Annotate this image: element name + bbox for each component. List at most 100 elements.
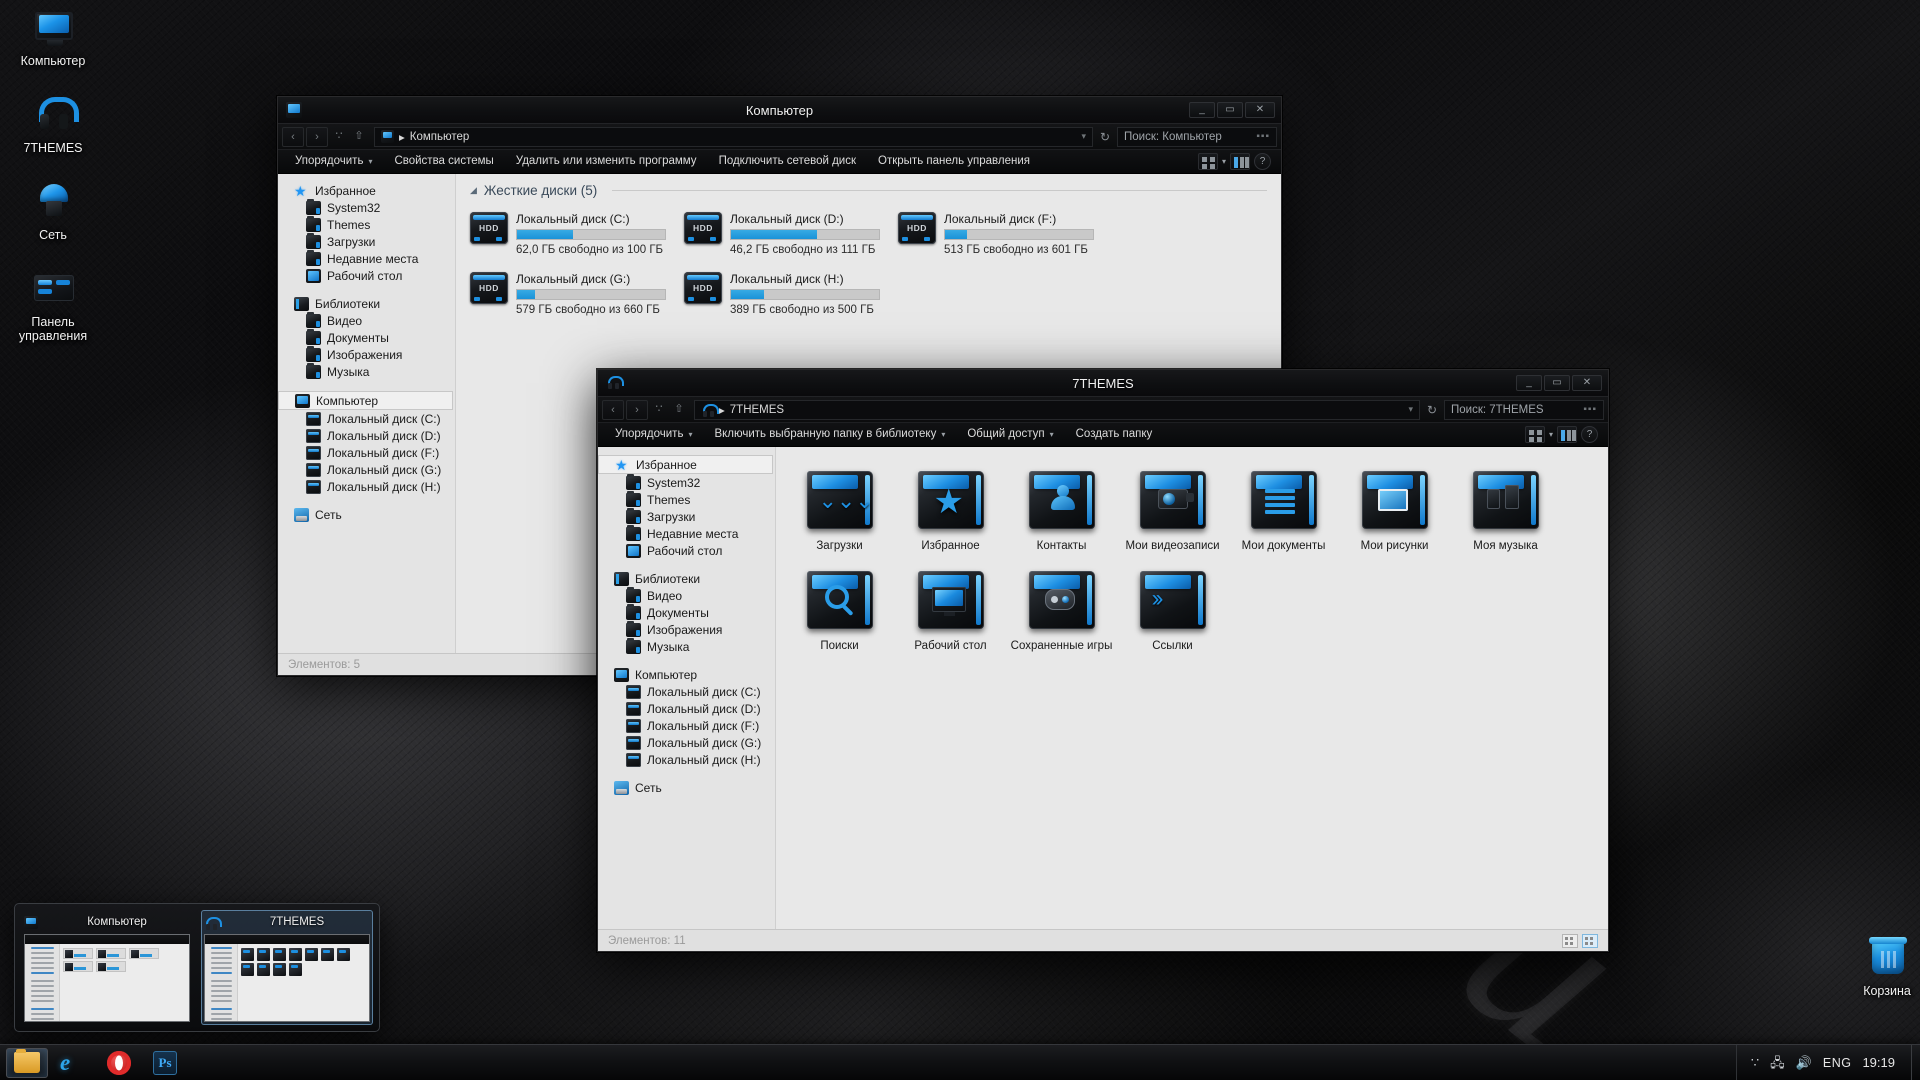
nav-item-видео[interactable]: Видео — [278, 311, 455, 329]
close-button[interactable]: ✕ — [1572, 375, 1602, 391]
window2-toolbar-right[interactable]: ▾ ? — [1524, 426, 1602, 443]
uninstall-program-button[interactable]: Удалить или изменить программу — [505, 150, 708, 173]
folder-grid[interactable]: ⌄⌄⌄ Загрузки ★ Избранное Контакты Мои видеоза… — [776, 447, 1608, 653]
breadcrumb-path[interactable]: 7THEMES — [730, 404, 784, 416]
nav-item-локальный-диск-g-[interactable]: Локальный диск (G:) — [598, 734, 775, 751]
breadcrumb-path[interactable]: Компьютер — [410, 131, 470, 143]
address-input[interactable]: ▸ 7THEMES ▾ — [694, 399, 1420, 420]
nav-item-локальный-диск-h-[interactable]: Локальный диск (H:) — [278, 478, 455, 495]
nav-item-локальный-диск-d-[interactable]: Локальный диск (D:) — [278, 427, 455, 444]
nav-item-музыка[interactable]: Музыка — [598, 637, 775, 655]
preview-pane-icon[interactable] — [1557, 426, 1577, 443]
folder-item[interactable]: Мои рисунки — [1343, 459, 1446, 553]
window2-address-bar[interactable]: ‹ › ∵ ⇧ ▸ 7THEMES ▾ ↻ Поиск: 7THEMES ▪▪▪ — [598, 396, 1608, 422]
network-icon[interactable]: 🖧 — [1770, 1056, 1785, 1069]
nav-item-загрузки[interactable]: Загрузки — [278, 232, 455, 250]
back-button[interactable]: ‹ — [282, 126, 304, 147]
nav-item-компьютер[interactable]: Компьютер — [278, 391, 453, 410]
folder-item[interactable]: Сохраненные игры — [1010, 559, 1113, 653]
up-button[interactable]: ⇧ — [350, 127, 368, 147]
window1-toolbar[interactable]: Упорядочить ▾ Свойства системы Удалить ил… — [278, 149, 1281, 174]
open-control-panel-button[interactable]: Открыть панель управления — [867, 150, 1041, 173]
nav-item-документы[interactable]: Документы — [598, 603, 775, 621]
drive-tile[interactable]: HDD Локальный диск (C:) 62,0 ГБ свободно и… — [470, 206, 666, 266]
system-properties-button[interactable]: Свойства системы — [383, 150, 504, 173]
system-tray[interactable]: ∵ 🖧 🔊 ENG 19:19 — [1735, 1045, 1907, 1080]
volume-icon[interactable]: 🔊 — [1796, 1056, 1812, 1069]
help-icon[interactable]: ? — [1581, 426, 1598, 443]
search-input[interactable]: Поиск: 7THEMES ▪▪▪ — [1444, 399, 1604, 420]
nav-item-локальный-диск-f-[interactable]: Локальный диск (F:) — [278, 444, 455, 461]
address-input[interactable]: ▸ Компьютер ▾ — [374, 126, 1093, 147]
chevron-down-icon[interactable]: ▾ — [1408, 404, 1413, 415]
thumbnail-preview-computer[interactable]: Компьютер — [21, 910, 193, 1025]
nav-item-локальный-диск-f-[interactable]: Локальный диск (F:) — [598, 717, 775, 734]
new-folder-button[interactable]: Создать папку — [1065, 423, 1164, 446]
chevron-down-icon[interactable]: ▾ — [1222, 157, 1226, 166]
help-icon[interactable]: ? — [1254, 153, 1271, 170]
nav-item-рабочий-стол[interactable]: Рабочий стол — [278, 267, 455, 284]
folder-item[interactable]: ›› Ссылки — [1121, 559, 1224, 653]
drive-tile[interactable]: HDD Локальный диск (H:) 389 ГБ свободно из… — [684, 266, 880, 326]
nav-item-изображения[interactable]: Изображения — [278, 345, 455, 363]
icons-view-icon[interactable] — [1582, 933, 1598, 948]
maximize-button[interactable]: ▭ — [1544, 375, 1570, 391]
window1-address-bar[interactable]: ‹ › ∵ ⇧ ▸ Компьютер ▾ ↻ Поиск: Компьютер… — [278, 123, 1281, 149]
folder-item[interactable]: Контакты — [1010, 459, 1113, 553]
desktop-icon-network[interactable]: Сеть — [4, 182, 102, 242]
organize-button[interactable]: Упорядочить ▾ — [604, 423, 703, 446]
folder-item[interactable]: Моя музыка — [1454, 459, 1557, 553]
desktop-icon-control-panel[interactable]: Панель управления — [4, 269, 102, 343]
minimize-button[interactable]: _ — [1189, 102, 1215, 118]
nav-item-локальный-диск-g-[interactable]: Локальный диск (G:) — [278, 461, 455, 478]
nav-item-документы[interactable]: Документы — [278, 328, 455, 346]
folder-item[interactable]: Поиски — [788, 559, 891, 653]
taskbar-thumbnail-previews[interactable]: Компьютер 7THEMES — [14, 903, 380, 1032]
nav-item-локальный-диск-c-[interactable]: Локальный диск (C:) — [278, 410, 455, 427]
preview-pane-icon[interactable] — [1230, 153, 1250, 170]
drive-tile[interactable]: HDD Локальный диск (G:) 579 ГБ свободно из… — [470, 266, 666, 326]
window1-titlebar[interactable]: Компьютер _ ▭ ✕ — [278, 97, 1281, 123]
nav-item-загрузки[interactable]: Загрузки — [598, 507, 775, 525]
nav-item-themes[interactable]: Themes — [598, 490, 775, 508]
maximize-button[interactable]: ▭ — [1217, 102, 1243, 118]
map-network-drive-button[interactable]: Подключить сетевой диск — [708, 150, 867, 173]
nav-item-музыка[interactable]: Музыка — [278, 362, 455, 380]
explorer-window-7themes[interactable]: 7THEMES _ ▭ ✕ ‹ › ∵ ⇧ ▸ 7THEMES ▾ ↻ Поис… — [597, 369, 1609, 952]
desktop-icon-7themes[interactable]: 7THEMES — [4, 95, 102, 155]
organize-button[interactable]: Упорядочить ▾ — [284, 150, 383, 173]
nav-item-видео[interactable]: Видео — [598, 586, 775, 604]
thumbnail-image[interactable] — [24, 934, 190, 1022]
folder-item[interactable]: ★ Избранное — [899, 459, 1002, 553]
taskbar-button-internet-explorer[interactable]: e — [52, 1048, 94, 1078]
nav-item-локальный-диск-d-[interactable]: Локальный диск (D:) — [598, 700, 775, 717]
drives-group-header[interactable]: ◢ Жесткие диски (5) — [456, 174, 1281, 198]
window2-titlebar[interactable]: 7THEMES _ ▭ ✕ — [598, 370, 1608, 396]
back-button[interactable]: ‹ — [602, 399, 624, 420]
collapse-triangle-icon[interactable]: ◢ — [470, 185, 477, 196]
nav-item-недавние-места[interactable]: Недавние места — [278, 249, 455, 267]
window2-navigation-pane[interactable]: ★ Избранное System32 Themes Загрузки Недавние… — [598, 447, 776, 929]
folder-item[interactable]: ⌄⌄⌄ Загрузки — [788, 459, 891, 553]
show-desktop-button[interactable] — [1911, 1044, 1920, 1080]
nav-item-недавние-места[interactable]: Недавние места — [598, 524, 775, 542]
clock[interactable]: 19:19 — [1862, 1055, 1895, 1070]
minimize-button[interactable]: _ — [1516, 375, 1542, 391]
nav-item-локальный-диск-h-[interactable]: Локальный диск (H:) — [598, 751, 775, 768]
window2-content-pane[interactable]: ⌄⌄⌄ Загрузки ★ Избранное Контакты Мои видеоза… — [776, 447, 1608, 929]
recent-pages-button[interactable]: ∵ — [650, 400, 668, 420]
thumbnail-image[interactable] — [204, 934, 370, 1022]
nav-item-избранное[interactable]: ★ Избранное — [278, 182, 455, 199]
window1-toolbar-right[interactable]: ▾ ? — [1197, 153, 1275, 170]
drives-grid[interactable]: HDD Локальный диск (C:) 62,0 ГБ свободно и… — [456, 198, 1281, 326]
include-in-library-button[interactable]: Включить выбранную папку в библиотеку ▾ — [703, 423, 956, 446]
taskbar-button-photoshop[interactable]: Ps — [144, 1048, 186, 1078]
nav-item-избранное[interactable]: ★ Избранное — [598, 455, 773, 474]
desktop-icon-computer[interactable]: Компьютер — [4, 8, 102, 68]
forward-button[interactable]: › — [626, 399, 648, 420]
change-view-icon[interactable] — [1524, 426, 1545, 443]
recent-pages-button[interactable]: ∵ — [330, 127, 348, 147]
taskbar-button-opera[interactable] — [98, 1048, 140, 1078]
nav-item-компьютер[interactable]: Компьютер — [598, 666, 775, 683]
details-view-icon[interactable] — [1562, 933, 1578, 948]
